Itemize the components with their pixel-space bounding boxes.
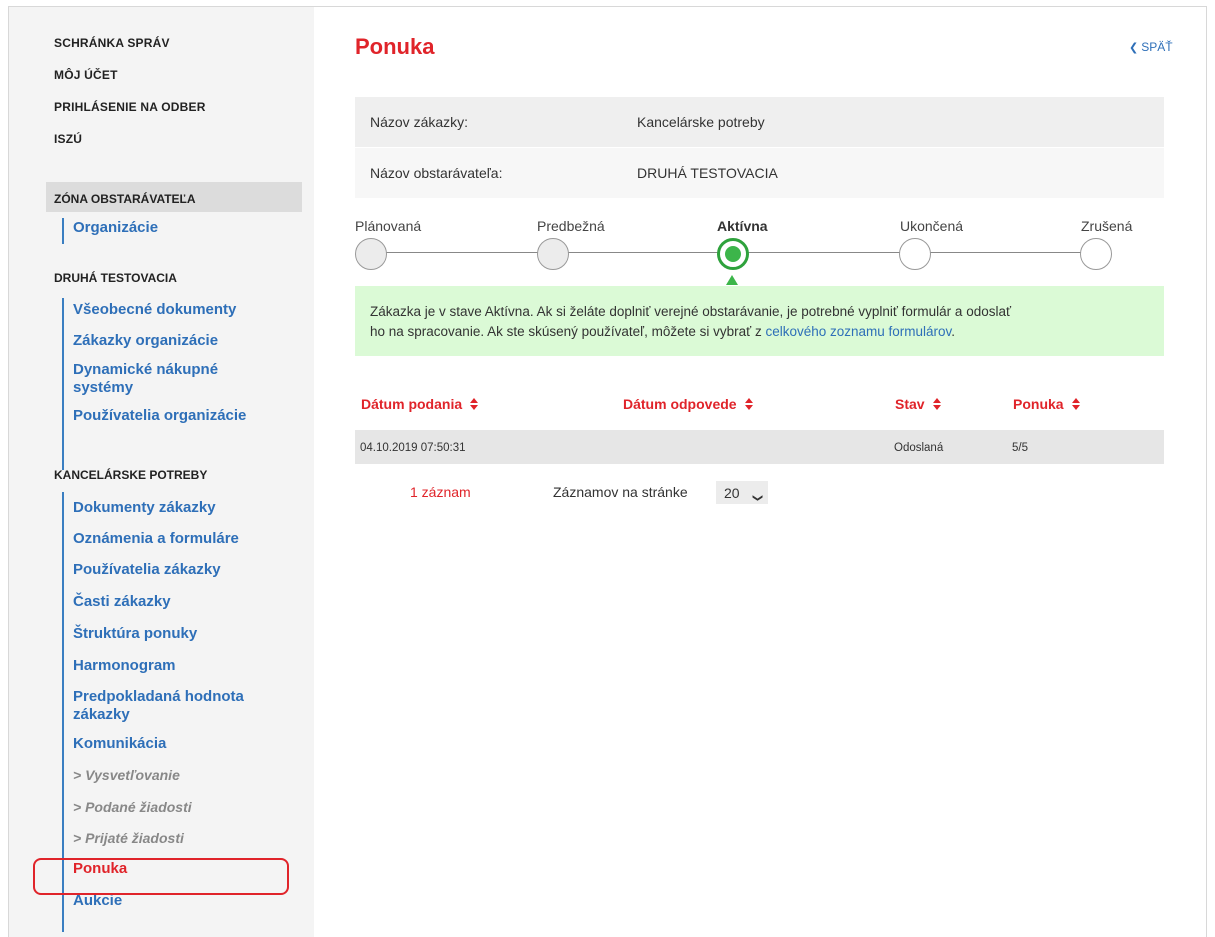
sidebar-item-submitted-requests[interactable]: > Podané žiadosti — [73, 798, 273, 829]
sidebar-item-org-users[interactable]: Používatelia organizácie — [73, 407, 273, 425]
step-label-cancelled: Zrušená — [1081, 218, 1133, 234]
column-status[interactable]: Stav — [895, 396, 941, 412]
sort-icon — [470, 398, 479, 410]
back-button[interactable]: ❮ SPÄŤ — [1129, 40, 1173, 54]
buyer-name-value: DRUHÁ TESTOVACIA — [637, 165, 778, 181]
top-link-iszu[interactable]: ISZÚ — [54, 131, 206, 163]
notice-line-2: ho na spracovanie. Ak ste skúsený použív… — [370, 322, 1149, 342]
contract-name-label: Názov zákazky: — [370, 114, 469, 130]
sort-icon — [932, 398, 941, 410]
notice-text-prefix: ho na spracovanie. Ak ste skúsený použív… — [370, 324, 766, 339]
cell-offer: 5/5 — [1012, 442, 1028, 454]
zone-header: ZÓNA OBSTARÁVATEĽA — [46, 182, 302, 212]
top-link-inbox[interactable]: SCHRÁNKA SPRÁV — [54, 35, 206, 67]
sidebar-item-estimated-value[interactable]: Predpokladaná hodnota zákazky — [73, 688, 273, 735]
chevron-down-icon: ❯ — [751, 493, 763, 503]
top-link-account[interactable]: MÔJ ÚČET — [54, 67, 206, 99]
active-dot — [725, 246, 741, 262]
sidebar-item-received-requests[interactable]: > Prijaté žiadosti — [73, 829, 273, 860]
step-circle-cancelled — [1080, 238, 1112, 270]
step-circle-ended — [899, 238, 931, 270]
column-offer[interactable]: Ponuka — [1013, 396, 1080, 412]
top-link-subscription[interactable]: PRIHLÁSENIE NA ODBER — [54, 99, 206, 131]
sidebar-item-dynamic-purchasing[interactable]: Dynamické nákupné systémy — [73, 361, 273, 407]
sidebar-item-contract-parts[interactable]: Časti zákazky — [73, 593, 273, 625]
sidebar-item-general-documents[interactable]: Všeobecné dokumenty — [73, 301, 273, 332]
sidebar-item-contract-documents[interactable]: Dokumenty zákazky — [73, 499, 273, 530]
org-section-title: DRUHÁ TESTOVACIA — [54, 271, 177, 285]
sidebar-item-contract-users[interactable]: Používatelia zákazky — [73, 561, 273, 593]
step-label-active: Aktívna — [717, 218, 768, 234]
info-row-contract: Názov zákazky: Kancelárske potreby — [355, 97, 1164, 147]
sort-icon — [744, 398, 753, 410]
status-notice: Zákazka je v stave Aktívna. Ak si želáte… — [355, 286, 1164, 356]
per-page-select[interactable]: 20 ❯ — [716, 481, 768, 504]
top-links: SCHRÁNKA SPRÁV MÔJ ÚČET PRIHLÁSENIE NA O… — [54, 35, 206, 163]
info-row-buyer: Názov obstarávateľa: DRUHÁ TESTOVACIA — [355, 148, 1164, 198]
step-circle-preliminary — [537, 238, 569, 270]
step-pointer-icon — [726, 275, 738, 285]
column-offer-label: Ponuka — [1013, 396, 1064, 412]
sort-icon — [1071, 398, 1080, 410]
table-row[interactable]: 04.10.2019 07:50:31 Odoslaná 5/5 — [355, 430, 1164, 464]
step-label-preliminary: Predbežná — [537, 218, 605, 234]
sidebar-item-notices-forms[interactable]: Oznámenia a formuláre — [73, 530, 273, 561]
contract-name-value: Kancelárske potreby — [637, 114, 765, 130]
record-count: 1 záznam — [410, 484, 471, 500]
page-title: Ponuka — [355, 34, 435, 59]
sidebar-item-organizations[interactable]: Organizácie — [73, 219, 158, 237]
sidebar-item-clarification[interactable]: > Vysvetľovanie — [73, 766, 273, 798]
step-circle-active — [717, 238, 749, 270]
step-label-planned: Plánovaná — [355, 218, 422, 234]
notice-text-suffix: . — [951, 324, 956, 339]
cell-submitted: 04.10.2019 07:50:31 — [360, 442, 466, 454]
zone-nav: Organizácie — [62, 218, 158, 244]
forms-list-link[interactable]: celkového zoznamu formulárov — [765, 324, 951, 339]
sidebar-item-communication[interactable]: Komunikácia — [73, 735, 273, 766]
chevron-left-icon: ❮ — [1129, 42, 1139, 54]
back-label: SPÄŤ — [1141, 40, 1173, 54]
highlight-annotation — [33, 858, 289, 895]
sidebar-item-org-contracts[interactable]: Zákazky organizácie — [73, 332, 273, 361]
contract-section-title: KANCELÁRSKE POTREBY — [54, 468, 208, 482]
buyer-name-label: Názov obstarávateľa: — [370, 165, 503, 181]
column-submitted-label: Dátum podania — [361, 396, 463, 412]
column-response[interactable]: Dátum odpovede — [623, 396, 753, 412]
per-page-label: Záznamov na stránke — [553, 484, 688, 500]
step-circle-planned — [355, 238, 387, 270]
sidebar-item-offer-structure[interactable]: Štruktúra ponuky — [73, 625, 273, 657]
cell-status: Odoslaná — [894, 442, 944, 454]
column-response-label: Dátum odpovede — [623, 396, 737, 412]
notice-line-1: Zákazka je v stave Aktívna. Ak si želáte… — [370, 304, 1012, 319]
step-label-ended: Ukončená — [900, 218, 964, 234]
column-status-label: Stav — [895, 396, 925, 412]
column-submitted[interactable]: Dátum podania — [361, 396, 479, 412]
per-page-value: 20 — [724, 485, 740, 501]
org-nav: Všeobecné dokumenty Zákazky organizácie … — [62, 298, 273, 470]
sidebar-item-schedule[interactable]: Harmonogram — [73, 657, 273, 688]
